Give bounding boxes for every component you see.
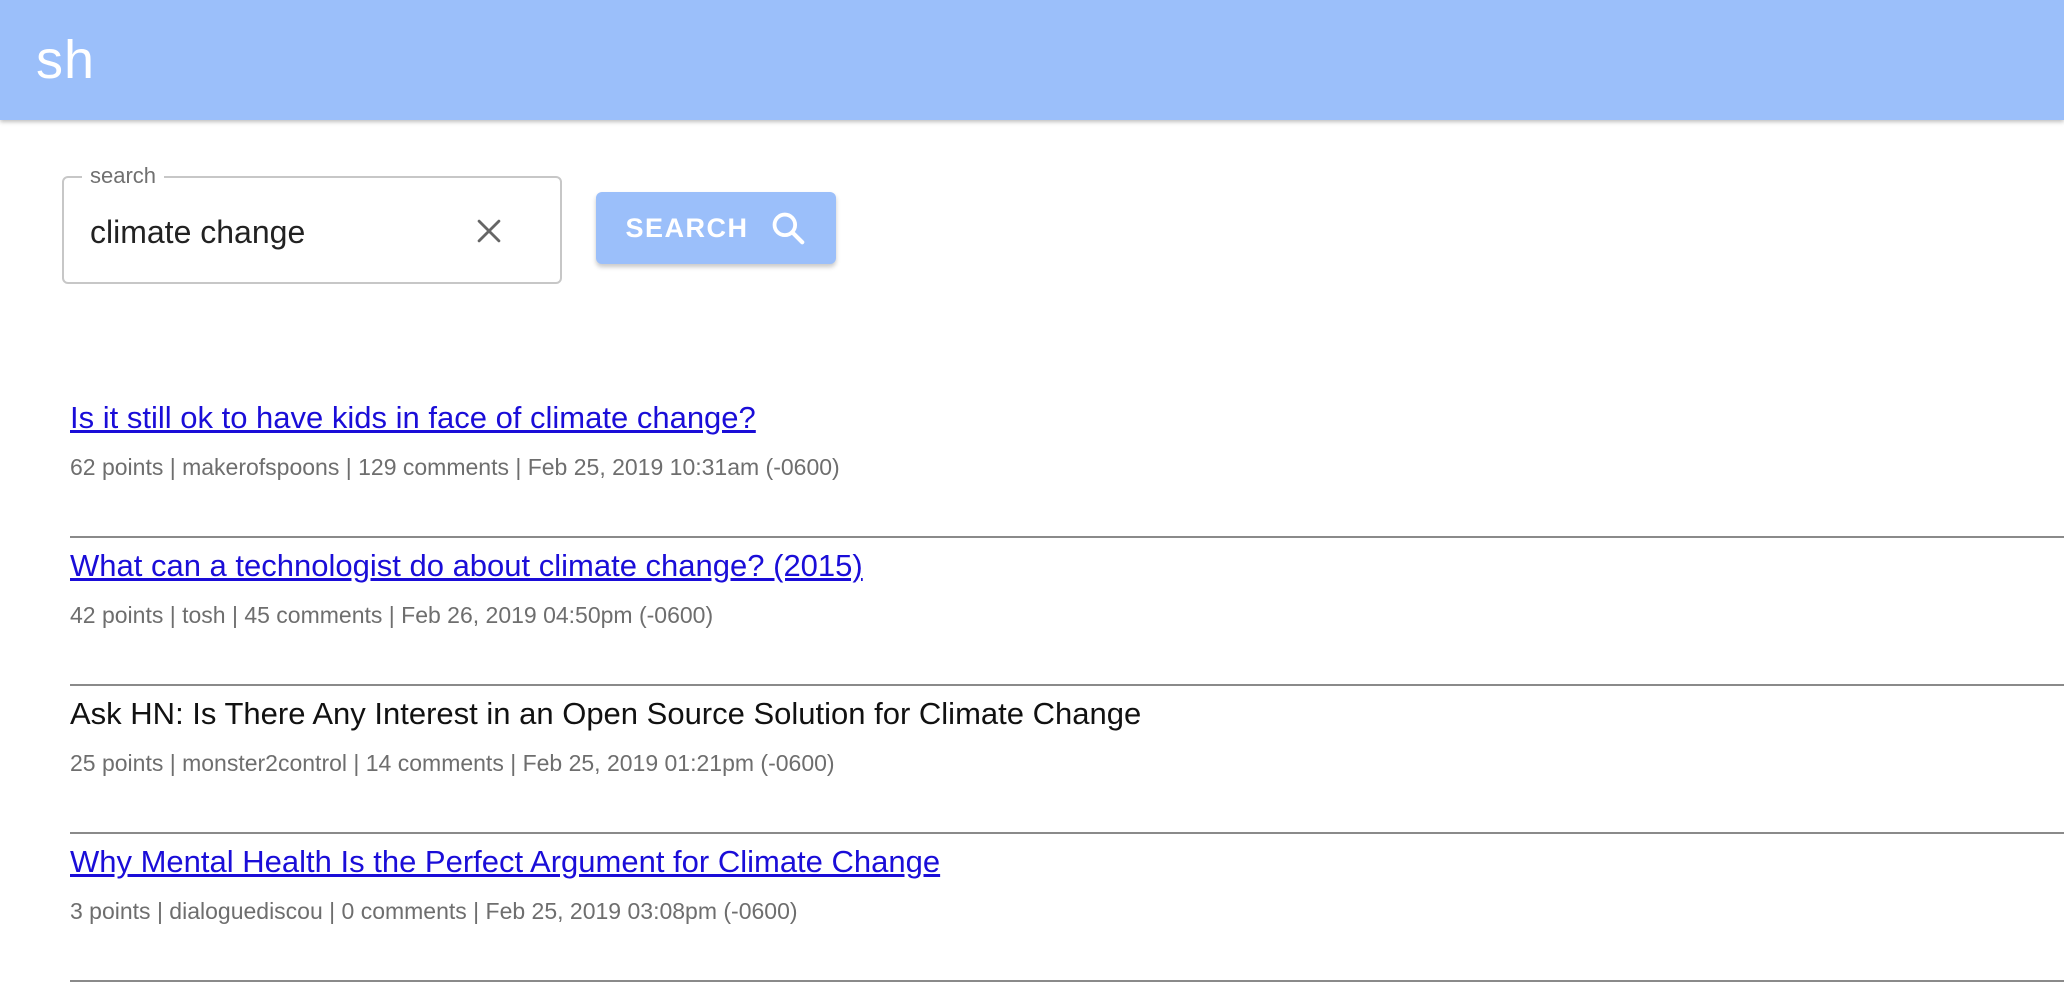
clear-search-button[interactable]: [464, 206, 514, 256]
result-item: What can a technologist do about climate…: [70, 538, 2064, 686]
app-logo[interactable]: sh: [36, 30, 95, 90]
search-field[interactable]: search: [62, 161, 562, 284]
result-meta: 42 points | tosh | 45 comments | Feb 26,…: [70, 602, 714, 628]
result-meta: 25 points | monster2control | 14 comment…: [70, 750, 835, 776]
search-button[interactable]: SEARCH: [596, 192, 836, 264]
result-title: Ask HN: Is There Any Interest in an Open…: [70, 696, 1142, 731]
result-meta: 62 points | makerofspoons | 129 comments…: [70, 454, 840, 480]
results-list: Is it still ok to have kids in face of c…: [70, 390, 2064, 982]
result-title-link[interactable]: What can a technologist do about climate…: [70, 546, 863, 586]
close-icon: [477, 219, 501, 243]
result-meta: 3 points | dialoguediscou | 0 comments |…: [70, 898, 798, 924]
search-icon: [772, 212, 804, 245]
result-title-link[interactable]: Why Mental Health Is the Perfect Argumen…: [70, 842, 940, 882]
result-item: Ask HN: Is There Any Interest in an Open…: [70, 686, 2064, 834]
result-item: Why Mental Health Is the Perfect Argumen…: [70, 834, 2064, 982]
result-title-link[interactable]: Is it still ok to have kids in face of c…: [70, 398, 756, 438]
app-bar: sh: [0, 0, 2064, 120]
result-item: Is it still ok to have kids in face of c…: [70, 390, 2064, 538]
search-field-label: search: [82, 161, 165, 191]
search-input[interactable]: [90, 212, 450, 252]
search-button-label: SEARCH: [625, 212, 749, 243]
